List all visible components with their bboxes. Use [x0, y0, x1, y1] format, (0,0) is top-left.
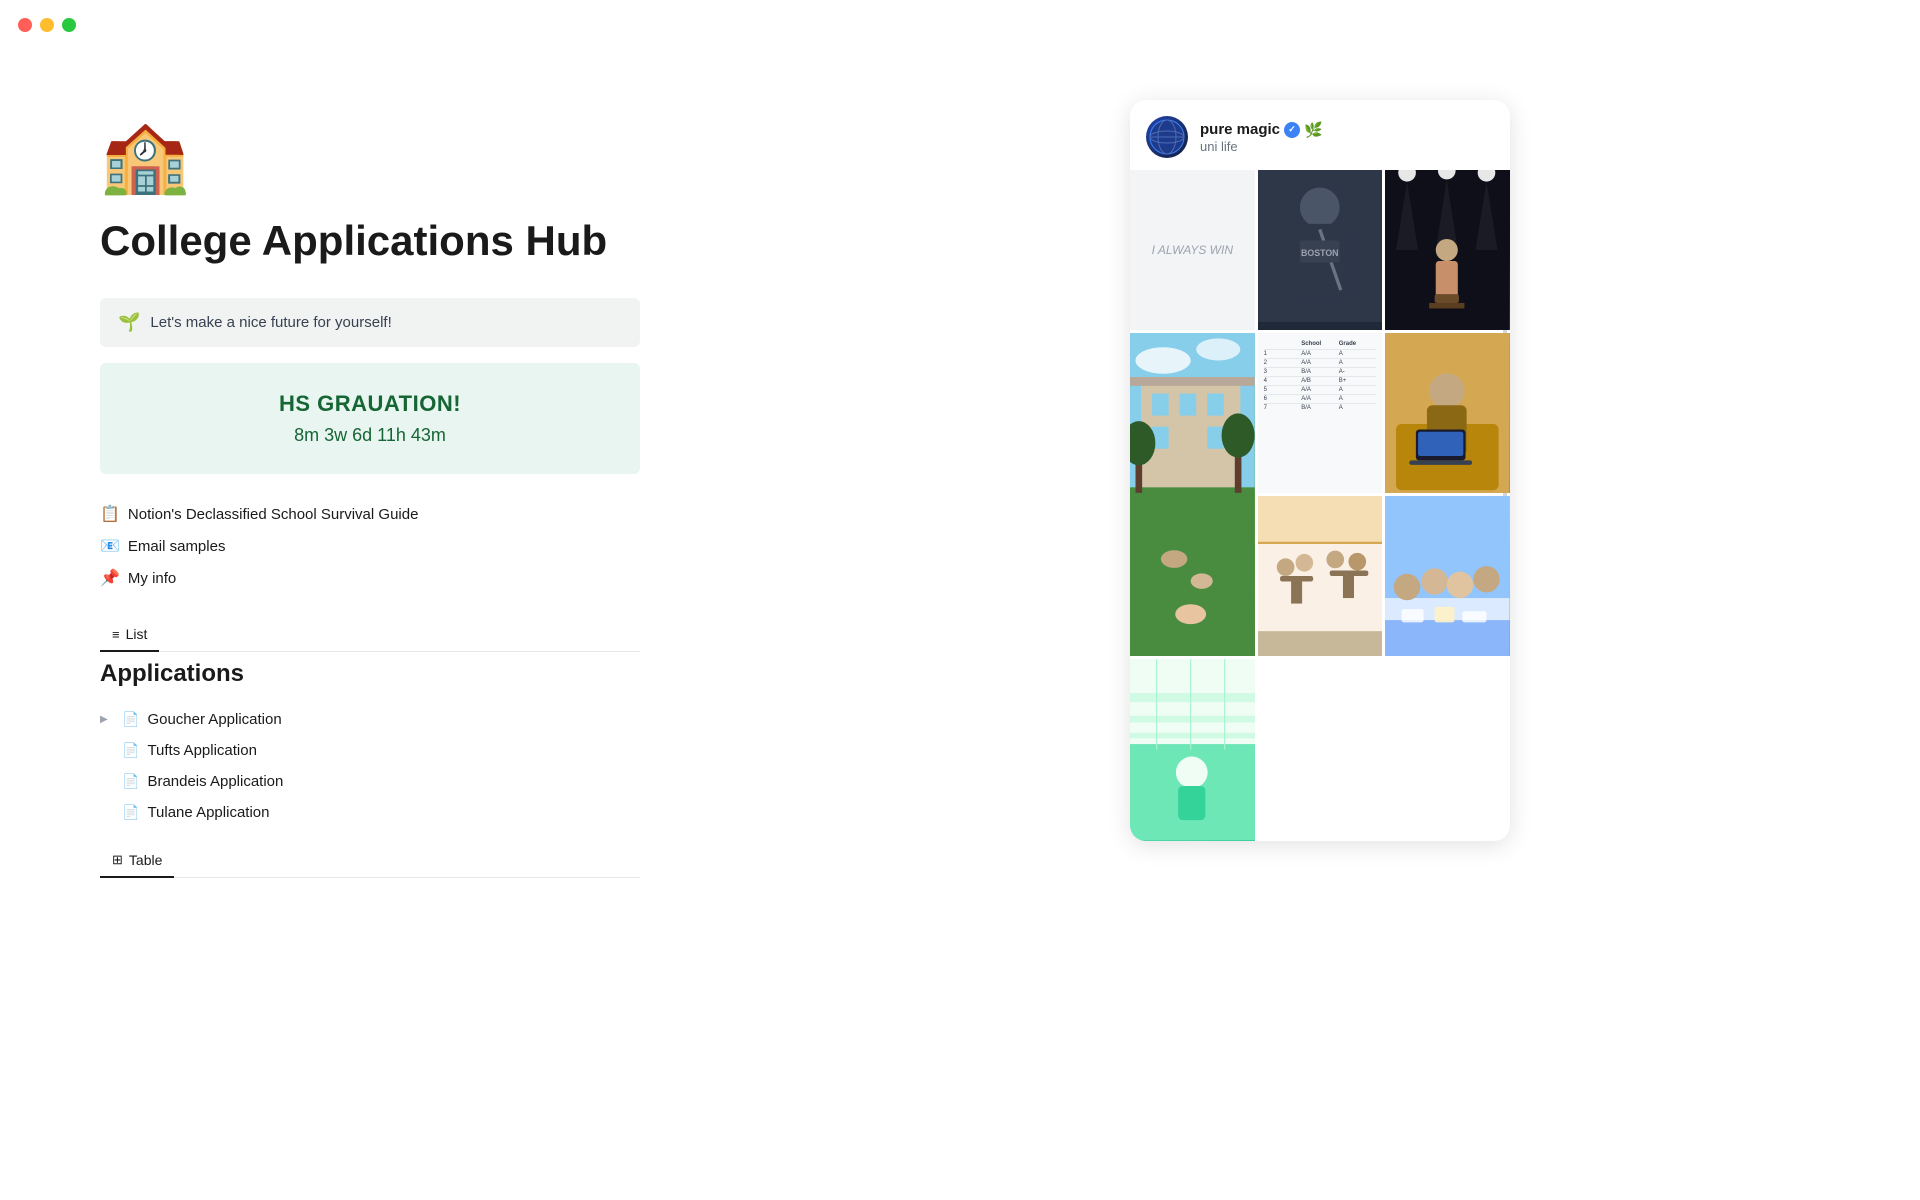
link-email-samples[interactable]: 📧 Email samples: [100, 530, 640, 562]
tulane-doc-icon: 📄: [122, 804, 139, 821]
links-list: 📋 Notion's Declassified School Survival …: [100, 498, 640, 594]
photo-outdoor-cafe: [1258, 496, 1383, 656]
campus-svg: [1130, 333, 1255, 656]
right-panel: pure magic ✓ 🌿 uni life I ALWAYS WIN: [720, 60, 1920, 1200]
card-subtitle: uni life: [1200, 139, 1494, 154]
survival-guide-label: Notion's Declassified School Survival Gu…: [128, 506, 419, 523]
tufts-doc-icon: 📄: [122, 742, 139, 759]
photo-boston-hoodie: BOSTON: [1258, 170, 1383, 330]
survival-guide-icon: 📋: [100, 504, 120, 524]
applications-list: ▶ 📄 Goucher Application ▶ 📄 Tufts Applic…: [100, 704, 640, 828]
photo-laptop-person: [1385, 333, 1510, 493]
countdown-title: HS GRAUATION!: [118, 391, 622, 417]
email-samples-label: Email samples: [128, 538, 226, 555]
table-tab-label: Table: [129, 852, 162, 868]
avatar-inner: [1146, 116, 1188, 158]
tab-list[interactable]: ≡ List: [100, 618, 159, 652]
globe-icon: [1149, 119, 1185, 155]
my-info-icon: 📌: [100, 568, 120, 588]
app-item-goucher[interactable]: ▶ 📄 Goucher Application: [100, 704, 640, 735]
link-my-info[interactable]: 📌 My info: [100, 562, 640, 594]
callout-text: Let's make a nice future for yourself!: [150, 314, 391, 331]
table-view-tabs: ⊞ Table: [100, 844, 640, 878]
photo-text-cell: I ALWAYS WIN: [1130, 170, 1255, 330]
traffic-lights: [18, 18, 76, 32]
table-tab-icon: ⊞: [112, 852, 123, 868]
main-layout: 🏫 College Applications Hub 🌱 Let's make …: [0, 0, 1920, 1200]
tab-table[interactable]: ⊞ Table: [100, 844, 174, 878]
card-info: pure magic ✓ 🌿 uni life: [1200, 121, 1494, 154]
callout-block: 🌱 Let's make a nice future for yourself!: [100, 298, 640, 347]
card-username: pure magic ✓ 🌿: [1200, 121, 1494, 139]
page-icon: 🏫: [100, 120, 640, 192]
countdown-block: HS GRAUATION! 8m 3w 6d 11h 43m: [100, 363, 640, 474]
tulane-label: Tulane Application: [147, 804, 269, 821]
card-avatar: [1146, 116, 1188, 158]
app-item-brandeis[interactable]: ▶ 📄 Brandeis Application: [100, 766, 640, 797]
app-item-tufts[interactable]: ▶ 📄 Tufts Application: [100, 735, 640, 766]
maximize-button[interactable]: [62, 18, 76, 32]
callout-icon: 🌱: [118, 312, 140, 333]
goucher-chevron: ▶: [100, 714, 114, 725]
goucher-label: Goucher Application: [147, 711, 281, 728]
close-button[interactable]: [18, 18, 32, 32]
photo-grid: I ALWAYS WIN BOSTON: [1130, 170, 1510, 841]
laptop-svg: [1385, 333, 1510, 493]
goucher-doc-icon: 📄: [122, 711, 139, 728]
group-svg: [1385, 496, 1510, 656]
countdown-time: 8m 3w 6d 11h 43m: [118, 425, 622, 446]
minimize-button[interactable]: [40, 18, 54, 32]
applications-section-title: Applications: [100, 660, 640, 688]
card-header: pure magic ✓ 🌿 uni life: [1130, 100, 1510, 170]
tufts-label: Tufts Application: [147, 742, 257, 759]
pinterest-card: pure magic ✓ 🌿 uni life I ALWAYS WIN: [1130, 100, 1510, 841]
page-title: College Applications Hub: [100, 216, 640, 266]
view-tabs: ≡ List: [100, 618, 640, 652]
list-tab-icon: ≡: [112, 627, 120, 642]
table-tab-row: ⊞ Table: [100, 844, 640, 878]
card-emojis: 🌿: [1304, 121, 1323, 139]
boston-svg: BOSTON: [1258, 170, 1383, 322]
speaker-svg: [1385, 170, 1510, 330]
garden-svg: [1130, 659, 1255, 841]
photo-speaker: [1385, 170, 1510, 330]
photo-table-data: SchoolGrade 1A/AA 2A/AA 3B/AA- 4A/BB+: [1258, 333, 1383, 493]
photo-campus: [1130, 333, 1255, 656]
app-item-tulane[interactable]: ▶ 📄 Tulane Application: [100, 797, 640, 828]
brandeis-doc-icon: 📄: [122, 773, 139, 790]
brandeis-label: Brandeis Application: [147, 773, 283, 790]
left-content: 🏫 College Applications Hub 🌱 Let's make …: [0, 60, 720, 1200]
link-survival-guide[interactable]: 📋 Notion's Declassified School Survival …: [100, 498, 640, 530]
photo-garden: [1130, 659, 1255, 841]
photo-group-study: [1385, 496, 1510, 656]
verified-icon: ✓: [1284, 122, 1300, 138]
email-samples-icon: 📧: [100, 536, 120, 556]
svg-text:BOSTON: BOSTON: [1301, 248, 1339, 258]
my-info-label: My info: [128, 570, 176, 587]
outdoor-svg: [1258, 496, 1383, 656]
list-tab-label: List: [126, 626, 148, 642]
